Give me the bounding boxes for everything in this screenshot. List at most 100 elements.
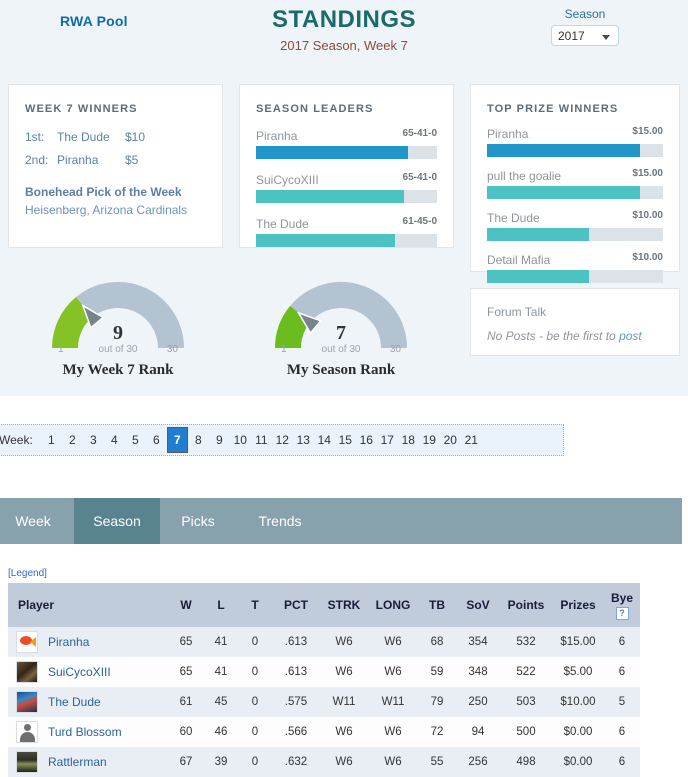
week-winner-row: 2nd: Piranha $5 [25,150,206,171]
player-name-link[interactable]: SuiCycoXIII [48,665,111,679]
tab-picks[interactable]: Picks [160,498,236,544]
season-dropdown[interactable]: 2017 [551,25,619,46]
leader-name: SuiCycoXIII [256,173,319,187]
week-button-2[interactable]: 2 [62,425,83,455]
prize-name: The Dude [487,211,540,225]
forum-talk-card: Forum Talk No Posts - be the first to po… [470,288,680,356]
tab-trends[interactable]: Trends [236,498,324,544]
season-rank-value: 7 [336,322,346,344]
week-button-20[interactable]: 20 [440,425,461,455]
week-selector: Week: 1 2 3 4 5 6 7 8 9 10 11 12 13 14 15 16 17 18 19 20 21 [0,424,564,456]
prize-bar-fill [487,228,590,241]
top-prize-winners-title: TOP PRIZE WINNERS [487,103,619,115]
winner-amount: $10 [125,130,146,144]
leader-record: 61-45-0 [402,216,437,227]
cell-w: 65 [168,627,204,657]
week-button-15[interactable]: 15 [335,425,356,455]
week-winner-row: 1st: The Dude $10 [25,127,206,148]
week-button-6[interactable]: 6 [146,425,167,455]
week-winners-title: WEEK 7 WINNERS [25,103,138,115]
cell-sov: 348 [456,657,500,687]
column-header-strk[interactable]: STRK [320,583,368,627]
cell-strk: W6 [320,717,368,747]
cell-long: W6 [368,747,418,777]
week-button-1[interactable]: 1 [41,425,62,455]
week-button-4[interactable]: 4 [104,425,125,455]
week-button-13[interactable]: 13 [293,425,314,455]
column-header-bye[interactable]: Bye ? [604,583,640,627]
prize-row: Detail Mafia $10.00 [487,251,663,283]
week-button-9[interactable]: 9 [209,425,230,455]
week-rank-gauge: 9 out of 30 1 30 My Week 7 Rank [18,272,218,390]
player-name-link[interactable]: The Dude [48,695,101,709]
column-header-long[interactable]: LONG [368,583,418,627]
table-row: Turd Blossom 60 46 0.566 W6 W6 72 94 500 $0.00 6 [8,717,640,747]
forum-post-link[interactable]: post [619,329,642,343]
cell-prizes: $0.00 [552,747,604,777]
player-name-link[interactable]: Rattlerman [48,755,107,769]
avatar [16,661,38,683]
top-prize-winners-card: TOP PRIZE WINNERS Piranha $15.00 pull th… [470,84,680,283]
player-name-link[interactable]: Piranha [48,635,89,649]
week-button-14[interactable]: 14 [314,425,335,455]
column-header-player[interactable]: Player [8,583,168,627]
winner-name: The Dude [57,130,110,144]
leader-bar-track [256,146,437,159]
cell-long: W6 [368,657,418,687]
player-cell: The Dude [8,687,168,717]
week-rank-max: 30 [166,344,178,355]
week-button-3[interactable]: 3 [83,425,104,455]
cell-l: 39 [204,747,238,777]
week-button-10[interactable]: 10 [230,425,251,455]
week-button-19[interactable]: 19 [419,425,440,455]
cell-long: W11 [368,687,418,717]
avatar [16,721,38,743]
column-header-points[interactable]: Points [500,583,552,627]
player-name-link[interactable]: Turd Blossom [48,725,122,739]
column-header-tb[interactable]: TB [418,583,456,627]
leader-bar-track [256,234,437,247]
column-header-l[interactable]: L [204,583,238,627]
cell-tb: 55 [418,747,456,777]
prize-name: Piranha [487,127,529,141]
avatar [16,691,38,713]
week-button-17[interactable]: 17 [377,425,398,455]
cell-sov: 94 [456,717,500,747]
bonehead-pick-title: Bonehead Pick of the Week [25,185,182,199]
cell-prizes: $5.00 [552,657,604,687]
player-cell: Rattlerman [8,747,168,777]
week-button-5[interactable]: 5 [125,425,146,455]
week-button-7[interactable]: 7 [166,427,188,453]
table-row: Rattlerman 67 39 0.632 W6 W6 55 256 498 $0.00 6 [8,747,640,777]
week-button-21[interactable]: 21 [461,425,482,455]
tab-season[interactable]: Season [74,498,160,544]
week-button-12[interactable]: 12 [272,425,293,455]
cell-points: 503 [500,687,552,717]
season-dropdown-value: 2017 [558,29,585,43]
prize-bar-fill [487,270,590,283]
tab-week[interactable]: Week [0,498,74,544]
winner-place: 1st: [25,130,45,144]
column-header-t[interactable]: T [238,583,272,627]
week-button-8[interactable]: 8 [188,425,209,455]
cell-tb: 59 [418,657,456,687]
column-header-prizes[interactable]: Prizes [552,583,604,627]
cell-l: 45 [204,687,238,717]
column-header-pct[interactable]: PCT [272,583,320,627]
season-rank-caption: My Season Rank [286,362,396,378]
legend-link[interactable]: [Legend] [8,568,47,579]
leader-bar-track [256,190,437,203]
cell-prizes: $15.00 [552,627,604,657]
cell-points: 500 [500,717,552,747]
cell-strk: W11 [320,687,368,717]
cell-points: 532 [500,627,552,657]
season-leaders-title: SEASON LEADERS [256,103,374,115]
week-button-16[interactable]: 16 [356,425,377,455]
week-button-11[interactable]: 11 [251,425,272,455]
column-header-w[interactable]: W [168,583,204,627]
forum-talk-empty-message: No Posts - be the first to post [487,329,663,343]
cell-bye: 6 [604,717,640,747]
week-button-18[interactable]: 18 [398,425,419,455]
prize-name: pull the goalie [487,169,562,183]
column-header-sov[interactable]: SoV [456,583,500,627]
